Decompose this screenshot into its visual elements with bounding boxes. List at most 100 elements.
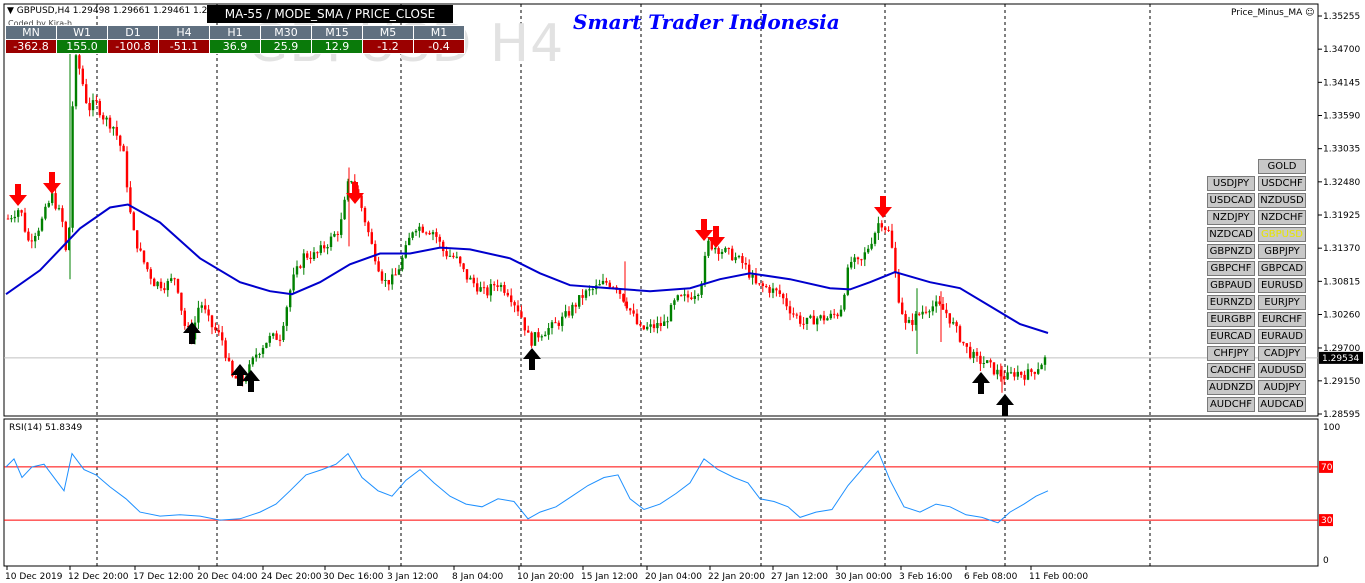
candle-body xyxy=(853,257,856,262)
candle-body xyxy=(200,305,203,308)
candle-body xyxy=(758,283,761,285)
candle-body xyxy=(513,302,516,306)
candle-body xyxy=(948,313,951,324)
timeframe-strength-table: MN W1 D1 H4 H1 M30 M15 M5 M1 -362.8 155.0 -100.8 -5… xyxy=(5,25,465,54)
pair-button-audjpy[interactable]: AUDJPY xyxy=(1258,380,1306,395)
candle-body xyxy=(275,333,278,340)
pair-button-gbpusd[interactable]: GBPUSD xyxy=(1258,227,1306,242)
pair-button-gbpchf[interactable]: GBPCHF xyxy=(1207,261,1255,276)
pair-button-eurchf[interactable]: EURCHF xyxy=(1258,312,1306,327)
candle-body xyxy=(639,324,642,326)
pair-button-audnzd[interactable]: AUDNZD xyxy=(1207,380,1255,395)
pair-button-gold[interactable]: GOLD xyxy=(1258,159,1306,174)
pair-button-usdcad[interactable]: USDCAD xyxy=(1207,193,1255,208)
candle-body xyxy=(142,250,146,263)
pair-button-eurcad[interactable]: EURCAD xyxy=(1207,329,1255,344)
candle-body xyxy=(6,218,10,220)
ma-settings-label: MA-55 / MODE_SMA / PRICE_CLOSE xyxy=(207,5,453,23)
pair-button-eurnzd[interactable]: EURNZD xyxy=(1207,295,1255,310)
candle-body xyxy=(132,212,135,231)
timeframe-value-row: -362.8 155.0 -100.8 -51.1 36.9 25.9 12.9 -1.2 -0… xyxy=(5,39,465,54)
pair-button-eurusd[interactable]: EURUSD xyxy=(1258,278,1306,293)
candle-body xyxy=(955,322,958,327)
candle-body xyxy=(965,343,968,347)
candle-body xyxy=(108,117,112,129)
candle-body xyxy=(819,315,822,319)
pair-button-cadchf[interactable]: CADCHF xyxy=(1207,363,1255,378)
pair-button-nzdcad[interactable]: NZDCAD xyxy=(1207,227,1255,242)
candle-body xyxy=(856,257,860,260)
candle-body xyxy=(74,55,78,107)
candle-body xyxy=(210,315,214,328)
candle-body xyxy=(292,274,295,291)
pair-button-chfjpy[interactable]: CHFJPY xyxy=(1207,346,1255,361)
pair-button-usdchf[interactable]: USDCHF xyxy=(1258,176,1306,191)
candle-body xyxy=(323,245,326,249)
candle-body xyxy=(904,314,907,323)
candle-body xyxy=(778,290,781,295)
candle-body xyxy=(88,103,91,111)
candle-body xyxy=(717,248,720,255)
candle-body xyxy=(54,193,57,209)
price-tick-label: 1.33035 xyxy=(1323,145,1360,155)
candle-body xyxy=(564,311,567,317)
candle-body xyxy=(744,263,747,265)
candle-body xyxy=(901,302,904,315)
time-tick-label: 3 Feb 16:00 xyxy=(899,572,953,582)
timeframe-header-m5: M5 xyxy=(362,25,414,40)
pair-button-nzdchf[interactable]: NZDCHF xyxy=(1258,210,1306,225)
pair-button-gbpnzd[interactable]: GBPNZD xyxy=(1207,244,1255,259)
candle-body xyxy=(384,279,387,281)
pair-button-gbpaud[interactable]: GBPAUD xyxy=(1207,278,1255,293)
candle-body xyxy=(574,304,577,307)
candle-body xyxy=(547,328,550,335)
candle-body xyxy=(404,245,407,258)
candle-body xyxy=(408,237,411,246)
candle-body xyxy=(816,318,819,325)
chart-canvas[interactable]: 1.35255 1.34700 1.34145 1.33590 1.33035 1.324… xyxy=(0,0,1365,583)
candle-body xyxy=(503,284,506,293)
candle-body xyxy=(802,323,805,325)
pair-button-audchf[interactable]: AUDCHF xyxy=(1207,397,1255,412)
candle-body xyxy=(472,277,475,284)
candle-body xyxy=(812,315,815,325)
candle-body xyxy=(153,278,156,287)
timeframe-value-m15: 12.9 xyxy=(311,39,363,54)
candle-body xyxy=(285,307,288,326)
candle-body xyxy=(540,336,543,338)
candle-body xyxy=(911,319,914,325)
pair-button-audcad[interactable]: AUDCAD xyxy=(1258,397,1306,412)
price-tick-label: 1.31370 xyxy=(1323,244,1360,254)
pair-button-nzdjpy[interactable]: NZDJPY xyxy=(1207,210,1255,225)
candle-body xyxy=(765,286,768,288)
candle-body xyxy=(47,203,50,207)
candle-body xyxy=(703,255,707,284)
candle-body xyxy=(312,252,316,260)
rsi-level-label: 0 xyxy=(1323,556,1329,566)
time-tick-label: 11 Feb 00:00 xyxy=(1029,572,1088,582)
pair-button-gbpjpy[interactable]: GBPJPY xyxy=(1258,244,1306,259)
candle-body xyxy=(809,315,812,318)
pair-button-cadjpy[interactable]: CADJPY xyxy=(1258,346,1306,361)
chart-window[interactable]: 1.35255 1.34700 1.34145 1.33590 1.33035 1.324… xyxy=(0,0,1365,583)
indicator-name-label: Price_Minus_MA ☺ xyxy=(1231,8,1315,18)
candle-body xyxy=(659,322,662,326)
pair-button-eurgbp[interactable]: EURGBP xyxy=(1207,312,1255,327)
pair-button-euraud[interactable]: EURAUD xyxy=(1258,329,1306,344)
pair-button-nzdusd[interactable]: NZDUSD xyxy=(1258,193,1306,208)
pair-button-gbpcad[interactable]: GBPCAD xyxy=(1258,261,1306,276)
candle-body xyxy=(13,216,16,219)
candle-body xyxy=(768,287,771,293)
candle-body xyxy=(775,288,778,291)
pair-button-audusd[interactable]: AUDUSD xyxy=(1258,363,1306,378)
pair-button-usdjpy[interactable]: USDJPY xyxy=(1207,176,1255,191)
time-tick-label: 8 Jan 04:00 xyxy=(452,572,504,582)
candle-body xyxy=(527,330,530,333)
pair-button-eurjpy[interactable]: EURJPY xyxy=(1258,295,1306,310)
symbol-ohlc-line: ▼ GBPUSD,H4 1.29498 1.29661 1.29461 1.29 xyxy=(7,6,214,16)
candle-body xyxy=(605,280,608,283)
time-tick-label: 3 Jan 12:00 xyxy=(387,572,439,582)
time-tick-label: 22 Jan 20:00 xyxy=(708,572,765,582)
candle-body xyxy=(176,279,180,293)
candle-body xyxy=(136,230,139,249)
